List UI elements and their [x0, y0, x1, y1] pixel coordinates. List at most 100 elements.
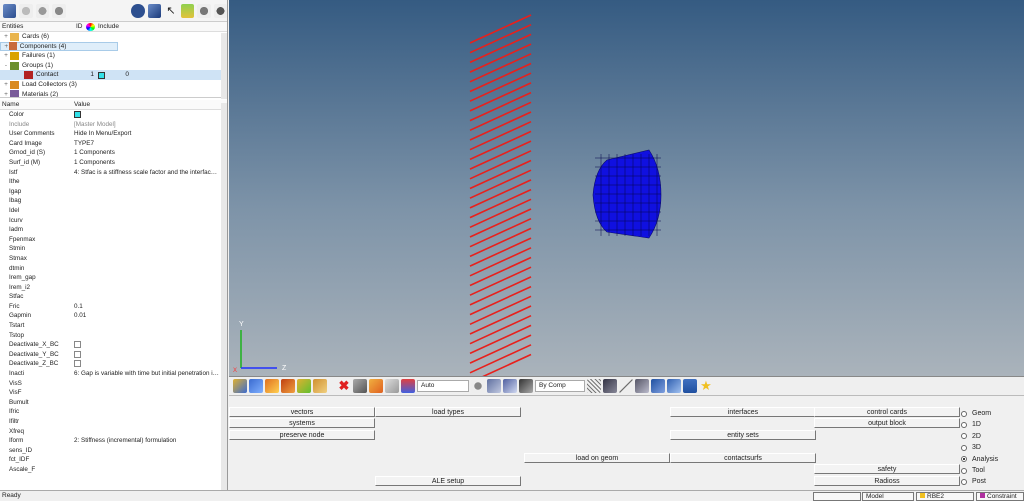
property-row[interactable]: VisF	[0, 388, 227, 398]
find-icon[interactable]	[180, 3, 195, 18]
property-value[interactable]	[74, 340, 220, 350]
property-value[interactable]	[74, 235, 220, 245]
entities-column[interactable]: Entities	[0, 22, 76, 31]
include-column[interactable]: Include	[95, 22, 119, 31]
radio-icon[interactable]	[961, 433, 967, 440]
property-value[interactable]	[74, 331, 220, 341]
property-value[interactable]: 1 Components	[74, 148, 220, 158]
property-value[interactable]	[74, 196, 220, 206]
checkbox[interactable]	[74, 341, 81, 349]
shell-icon[interactable]	[651, 379, 665, 393]
property-row[interactable]: Iform 2: Stiffness (incremental) formulat…	[0, 436, 227, 446]
status-model[interactable]: Model	[862, 492, 914, 501]
property-row[interactable]: Color	[0, 110, 227, 120]
delete-icon[interactable]: ✖	[337, 379, 351, 393]
property-row[interactable]: Iadm	[0, 225, 227, 235]
expand-icon[interactable]: +	[2, 51, 10, 61]
property-value[interactable]	[74, 225, 220, 235]
tree-item[interactable]: + Cards (6)	[0, 32, 227, 42]
property-value[interactable]: 4: Stfac is a stiffness scale factor and…	[74, 168, 220, 178]
expand-icon[interactable]: +	[2, 32, 10, 42]
vectors-button[interactable]: vectors	[229, 407, 375, 417]
page-radio-2d[interactable]: 2D	[961, 431, 981, 442]
property-value[interactable]	[74, 216, 220, 226]
property-row[interactable]: Tstop	[0, 331, 227, 341]
property-row[interactable]: Icurv	[0, 216, 227, 226]
radio-icon[interactable]	[961, 467, 967, 474]
interfaces-button[interactable]: interfaces	[670, 407, 816, 417]
property-value[interactable]	[74, 273, 220, 283]
property-row[interactable]: Include [Master Model]	[0, 120, 227, 130]
tree-item[interactable]: + Components (4)	[0, 41, 118, 52]
property-row[interactable]: fct_IDF	[0, 455, 227, 465]
property-value[interactable]	[74, 427, 220, 437]
tree-item[interactable]: - Groups (1)	[0, 61, 227, 71]
radio-icon[interactable]	[961, 478, 967, 485]
property-row[interactable]: Stfac	[0, 292, 227, 302]
property-row[interactable]: Idel	[0, 206, 227, 216]
element-icon[interactable]	[635, 379, 649, 393]
property-value[interactable]: TYPE7	[74, 139, 220, 149]
property-row[interactable]: User Comments Hide In Menu/Export	[0, 129, 227, 139]
property-value[interactable]: 0.1	[74, 302, 220, 312]
tree-item[interactable]: Contact 1 0	[0, 70, 227, 80]
tree-item[interactable]: + Load Collectors (3)	[0, 80, 227, 90]
property-value[interactable]	[74, 244, 220, 254]
entity-view-icon[interactable]	[3, 3, 17, 18]
visibility-icon[interactable]	[197, 3, 211, 18]
load-types-button[interactable]: load types	[375, 407, 521, 417]
property-row[interactable]: Igap	[0, 187, 227, 197]
safety-button[interactable]: safety	[814, 464, 960, 474]
entity-sets-button[interactable]: entity sets	[670, 430, 816, 440]
radio-icon[interactable]	[961, 410, 967, 417]
property-value[interactable]	[74, 465, 220, 475]
show-icon[interactable]	[19, 3, 33, 18]
property-row[interactable]: Ifric	[0, 407, 227, 417]
property-row[interactable]: Deactivate_Z_BC	[0, 359, 227, 369]
property-row[interactable]: dtmin	[0, 264, 227, 274]
page-radio-1d[interactable]: 1D	[961, 419, 981, 430]
expand-icon[interactable]: +	[2, 80, 10, 90]
property-row[interactable]: VisS	[0, 379, 227, 389]
property-value[interactable]: 1 Components	[74, 158, 220, 168]
property-value[interactable]	[74, 446, 220, 456]
property-value[interactable]	[74, 321, 220, 331]
shaded-icon[interactable]	[603, 379, 617, 393]
expand-icon[interactable]: -	[2, 61, 10, 71]
property-row[interactable]: Bumult	[0, 398, 227, 408]
page-radio-3d[interactable]: 3D	[961, 442, 981, 453]
systems-button[interactable]: systems	[229, 418, 375, 428]
property-value[interactable]	[74, 350, 220, 360]
rotate-icon[interactable]	[281, 379, 295, 393]
color-swatch[interactable]	[98, 71, 105, 79]
color-mode-icon[interactable]	[519, 379, 533, 393]
radio-icon[interactable]	[961, 421, 967, 428]
value-column[interactable]: Value	[74, 100, 90, 109]
property-value[interactable]: Hide In Menu/Export	[74, 129, 220, 139]
grid-icon[interactable]	[667, 379, 681, 393]
property-row[interactable]: Xfreq	[0, 427, 227, 437]
property-value[interactable]	[74, 187, 220, 197]
property-value[interactable]	[74, 110, 220, 120]
property-scrollbar[interactable]	[221, 103, 227, 490]
shape-icon[interactable]	[487, 379, 501, 393]
lasso-icon[interactable]	[471, 379, 485, 393]
property-value[interactable]	[74, 388, 220, 398]
property-value[interactable]: 0.01	[74, 311, 220, 321]
property-value[interactable]	[74, 379, 220, 389]
property-row[interactable]: Tstart	[0, 321, 227, 331]
bycomp-select[interactable]: By Comp	[535, 380, 585, 392]
radio-icon[interactable]	[961, 444, 967, 451]
property-row[interactable]: Ifiltr	[0, 417, 227, 427]
reset-view-icon[interactable]	[233, 379, 247, 393]
preserve-node-button[interactable]: preserve node	[229, 430, 375, 440]
component-color-icon[interactable]	[131, 3, 145, 18]
property-row[interactable]: Ithe	[0, 177, 227, 187]
property-row[interactable]: sens_ID	[0, 446, 227, 456]
reverse-visibility-icon[interactable]	[213, 3, 228, 18]
id-column[interactable]: ID	[76, 22, 86, 31]
property-value[interactable]	[74, 455, 220, 465]
save-view-icon[interactable]	[313, 379, 327, 393]
box-icon[interactable]	[503, 379, 517, 393]
property-value[interactable]	[74, 398, 220, 408]
